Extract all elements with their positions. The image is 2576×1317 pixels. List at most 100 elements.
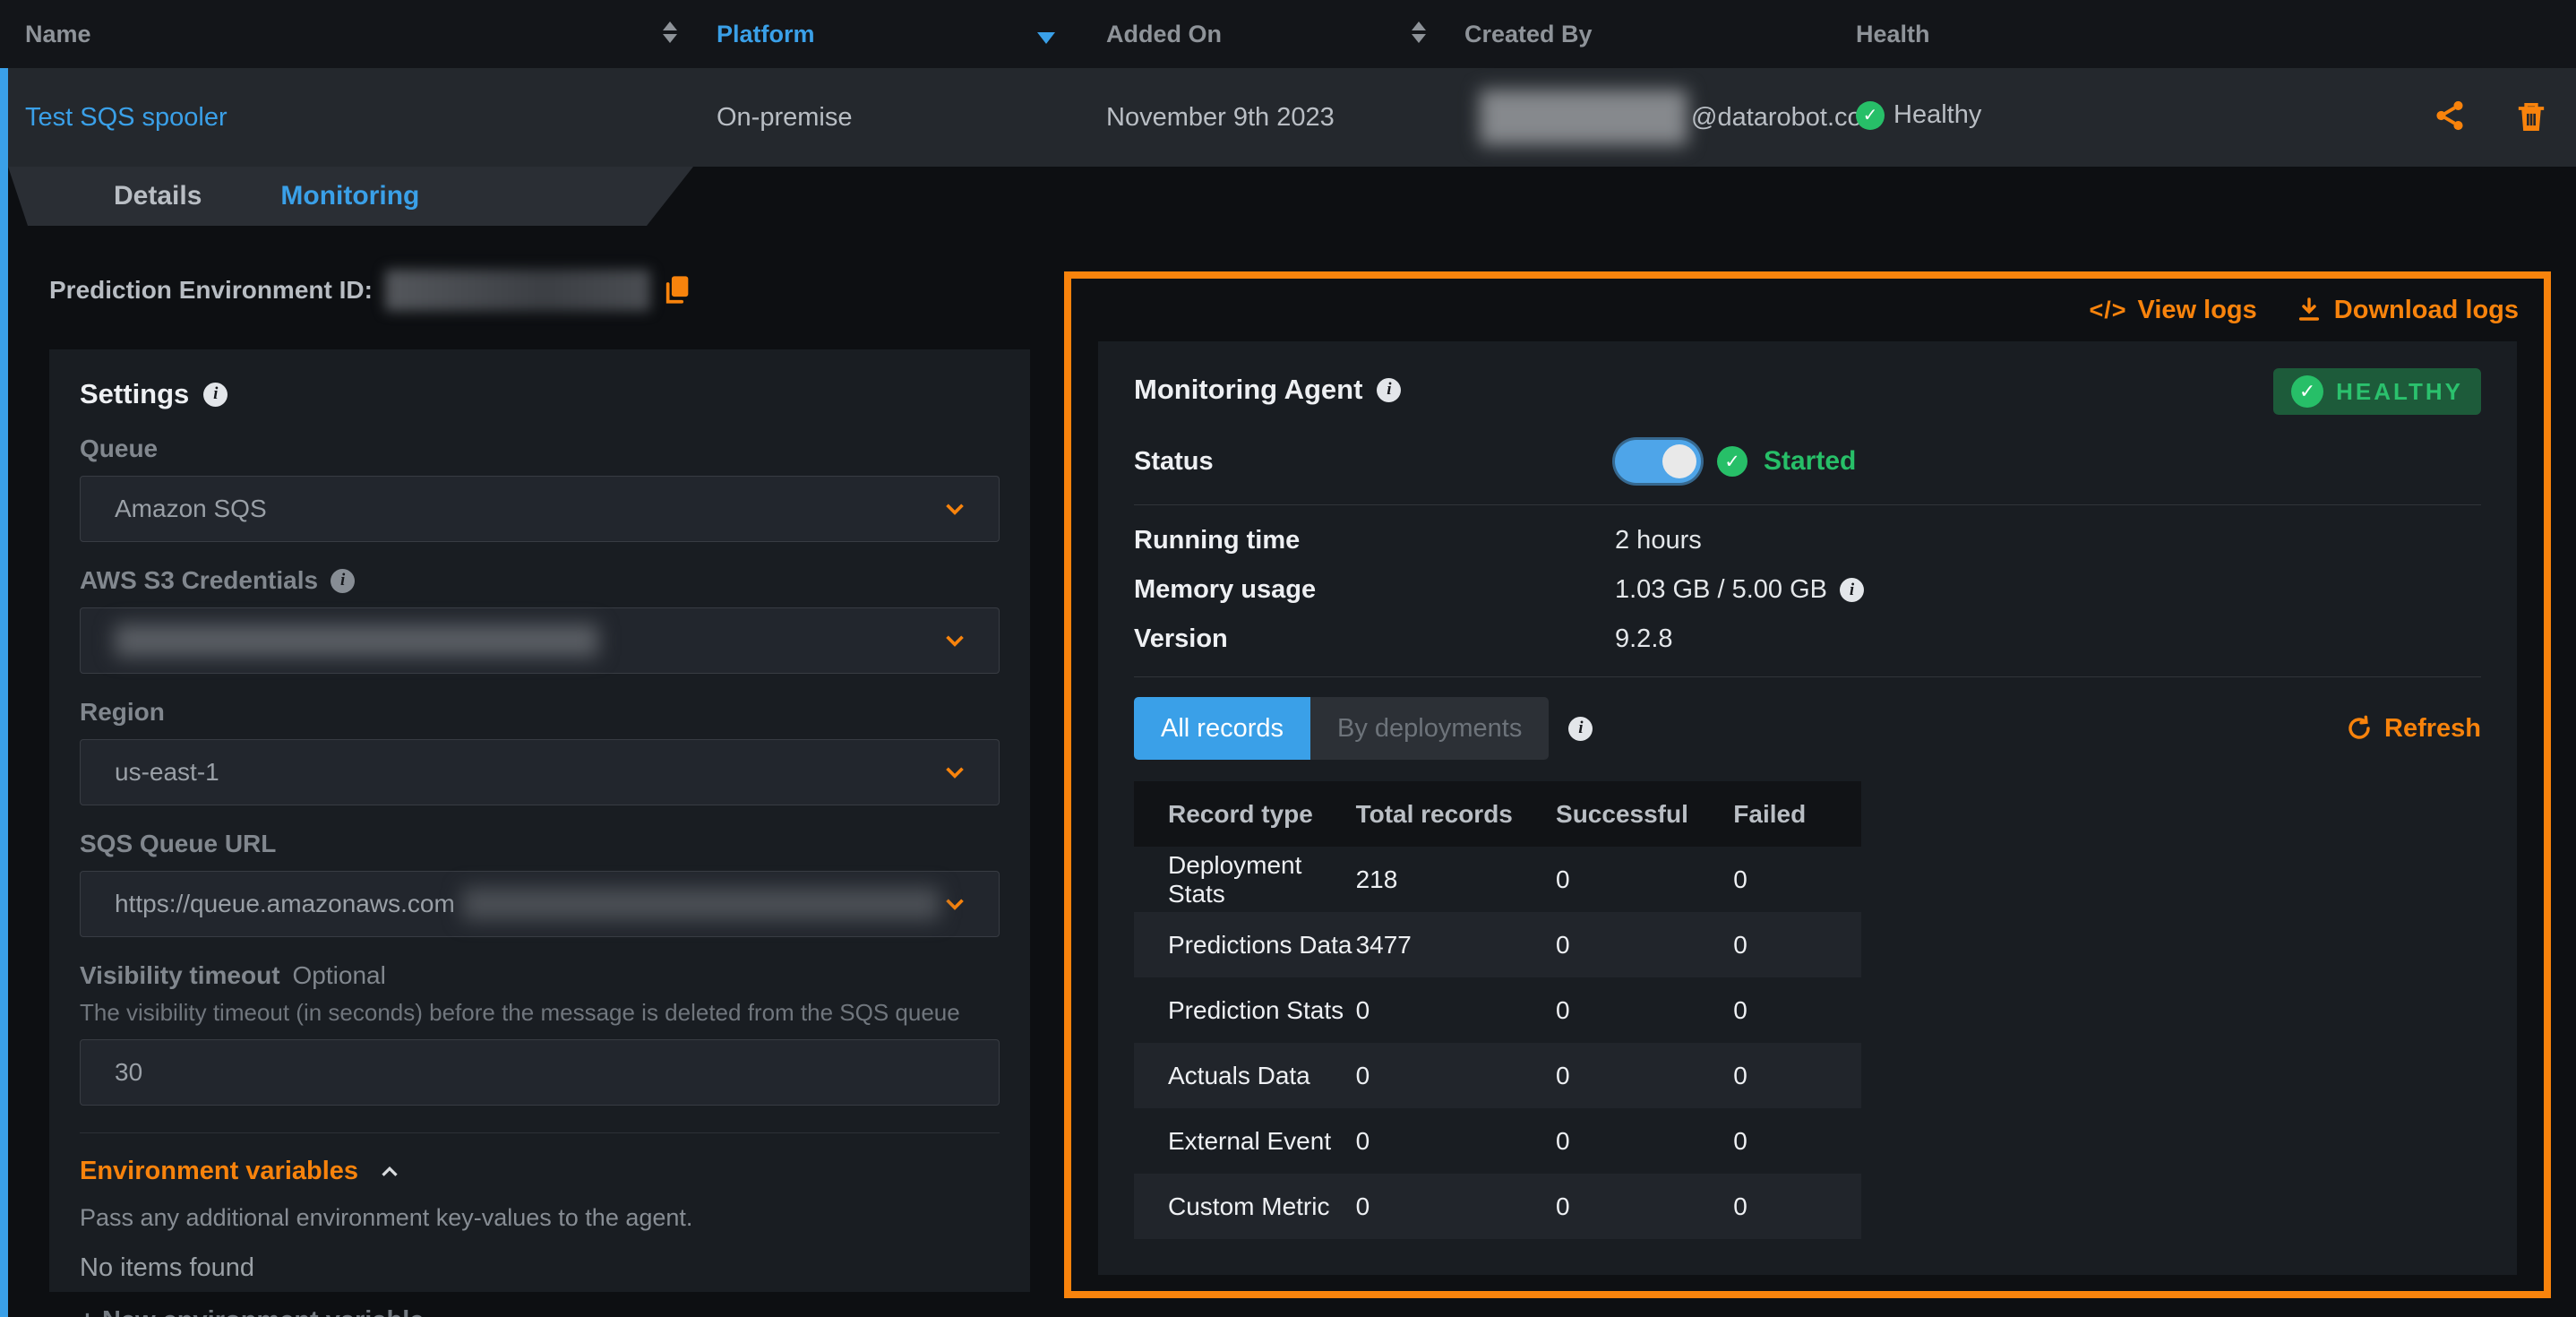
queue-url-redacted xyxy=(462,888,940,920)
share-icon[interactable] xyxy=(2433,99,2467,136)
column-header-platform[interactable]: Platform xyxy=(717,21,815,48)
column-header-health: Health xyxy=(1856,21,1930,48)
visibility-timeout-description: The visibility timeout (in seconds) befo… xyxy=(80,999,1000,1027)
successful-cell: 0 xyxy=(1556,847,1733,912)
monitoring-panel: </> View logs Download logs Monitoring A… xyxy=(1064,271,2551,1298)
table-row: Prediction Stats 0 0 0 xyxy=(1134,977,1861,1043)
healthy-check-icon: ✓ xyxy=(2291,375,2323,408)
column-header-name[interactable]: Name xyxy=(25,21,91,48)
records-controls: All records By deployments i Refresh xyxy=(1134,697,2481,760)
column-total-records: Total records xyxy=(1356,781,1556,847)
queue-select-value: Amazon SQS xyxy=(115,495,267,523)
failed-cell: 0 xyxy=(1733,977,1861,1043)
queue-select[interactable]: Amazon SQS xyxy=(80,476,1000,542)
status-label: Status xyxy=(1134,447,1615,477)
sort-icon[interactable] xyxy=(1412,22,1426,43)
download-icon xyxy=(2295,296,2323,324)
settings-panel: Settings i Queue Amazon SQS AWS S3 Crede… xyxy=(49,349,1030,1292)
credentials-select[interactable] xyxy=(80,607,1000,674)
records-info-icon[interactable]: i xyxy=(1568,717,1593,741)
status-value: Started xyxy=(1764,446,1856,477)
records-table: Record type Total records Successful Fai… xyxy=(1134,781,1861,1239)
memory-usage-value: 1.03 GB / 5.00 GB xyxy=(1615,575,1827,605)
tab-monitoring[interactable]: Monitoring xyxy=(280,181,419,211)
failed-cell: 0 xyxy=(1733,912,1861,977)
agent-toggle[interactable] xyxy=(1615,440,1701,483)
record-type-cell: Deployment Stats xyxy=(1134,847,1356,912)
refresh-button[interactable]: Refresh xyxy=(2345,714,2481,744)
copy-icon[interactable] xyxy=(663,273,693,307)
region-label: Region xyxy=(80,698,1000,727)
memory-usage-label: Memory usage xyxy=(1134,575,1615,605)
added-on-value: November 9th 2023 xyxy=(1106,103,1335,133)
total-cell: 0 xyxy=(1356,977,1556,1043)
delete-icon[interactable] xyxy=(2513,99,2549,136)
record-type-cell: Custom Metric xyxy=(1134,1174,1356,1239)
settings-info-icon[interactable]: i xyxy=(203,383,228,407)
monitoring-agent-card: Monitoring Agent i ✓ HEALTHY Status ✓ St… xyxy=(1098,341,2517,1275)
sort-icon[interactable] xyxy=(663,22,677,43)
queue-url-select[interactable]: https://queue.amazonaws.com xyxy=(80,871,1000,937)
divider xyxy=(80,1132,1000,1133)
row-actions xyxy=(2433,99,2549,136)
created-by-redacted xyxy=(1480,90,1687,145)
chevron-down-icon xyxy=(940,757,970,788)
download-logs-link[interactable]: Download logs xyxy=(2295,296,2519,325)
refresh-icon xyxy=(2345,714,2374,743)
successful-cell: 0 xyxy=(1556,1174,1733,1239)
healthy-check-icon: ✓ xyxy=(1856,101,1885,130)
column-header-added-on[interactable]: Added On xyxy=(1106,21,1222,48)
tab-details[interactable]: Details xyxy=(114,181,202,211)
environment-name-link[interactable]: Test SQS spooler xyxy=(25,103,228,133)
prediction-environment-id-redacted xyxy=(385,270,650,311)
running-time-value: 2 hours xyxy=(1615,526,2481,555)
table-row: Custom Metric 0 0 0 xyxy=(1134,1174,1861,1239)
table-row: External Event 0 0 0 xyxy=(1134,1108,1861,1174)
failed-cell: 0 xyxy=(1733,1043,1861,1108)
chevron-down-icon xyxy=(940,889,970,919)
version-value: 9.2.8 xyxy=(1615,624,2481,654)
visibility-timeout-label: Visibility timeout Optional xyxy=(80,961,1000,990)
version-row: Version 9.2.8 xyxy=(1134,615,2481,664)
environment-row[interactable]: Test SQS spooler On-premise November 9th… xyxy=(0,68,2576,167)
visibility-timeout-input[interactable] xyxy=(80,1039,1000,1106)
created-by-domain: @datarobot.co xyxy=(1691,103,1862,133)
credentials-redacted xyxy=(115,624,598,657)
successful-cell: 0 xyxy=(1556,1043,1733,1108)
failed-cell: 0 xyxy=(1733,1174,1861,1239)
memory-info-icon[interactable]: i xyxy=(1840,578,1864,602)
record-type-cell: Predictions Data xyxy=(1134,912,1356,977)
new-environment-variable-button[interactable]: + New environment variable xyxy=(80,1306,1000,1317)
region-select-value: us-east-1 xyxy=(115,758,219,787)
platform-filter-caret-icon[interactable] xyxy=(1037,32,1055,44)
tab-by-deployments[interactable]: By deployments xyxy=(1310,697,1549,760)
logs-links: </> View logs Download logs xyxy=(1071,279,2544,329)
successful-cell: 0 xyxy=(1556,977,1733,1043)
total-cell: 3477 xyxy=(1356,912,1556,977)
records-view-switch: All records By deployments xyxy=(1134,697,1549,760)
credentials-info-icon[interactable]: i xyxy=(331,569,355,593)
memory-usage-row: Memory usage 1.03 GB / 5.00 GB i xyxy=(1134,565,2481,615)
prediction-environment-id-row: Prediction Environment ID: xyxy=(49,269,693,312)
running-time-label: Running time xyxy=(1134,526,1615,555)
region-select[interactable]: us-east-1 xyxy=(80,739,1000,805)
record-type-cell: External Event xyxy=(1134,1108,1356,1174)
chevron-down-icon xyxy=(940,494,970,524)
tab-all-records[interactable]: All records xyxy=(1134,697,1310,760)
view-logs-link[interactable]: </> View logs xyxy=(2090,296,2257,325)
monitoring-agent-title: Monitoring Agent xyxy=(1134,374,1362,406)
environment-variables-toggle[interactable]: Environment variables xyxy=(80,1157,1000,1186)
table-row: Deployment Stats 218 0 0 xyxy=(1134,847,1861,912)
prediction-environment-page: Name Platform Added On Created By Health… xyxy=(0,0,2576,1317)
queue-url-value: https://queue.amazonaws.com xyxy=(115,890,455,918)
optional-tag: Optional xyxy=(293,961,386,990)
settings-title: Settings xyxy=(80,378,189,410)
record-type-cell: Actuals Data xyxy=(1134,1043,1356,1108)
selected-row-accent xyxy=(0,68,8,1317)
healthy-badge-label: HEALTHY xyxy=(2336,378,2463,406)
table-row: Actuals Data 0 0 0 xyxy=(1134,1043,1861,1108)
monitoring-agent-info-icon[interactable]: i xyxy=(1377,378,1401,402)
toggle-knob xyxy=(1662,444,1696,478)
total-cell: 0 xyxy=(1356,1174,1556,1239)
record-type-cell: Prediction Stats xyxy=(1134,977,1356,1043)
